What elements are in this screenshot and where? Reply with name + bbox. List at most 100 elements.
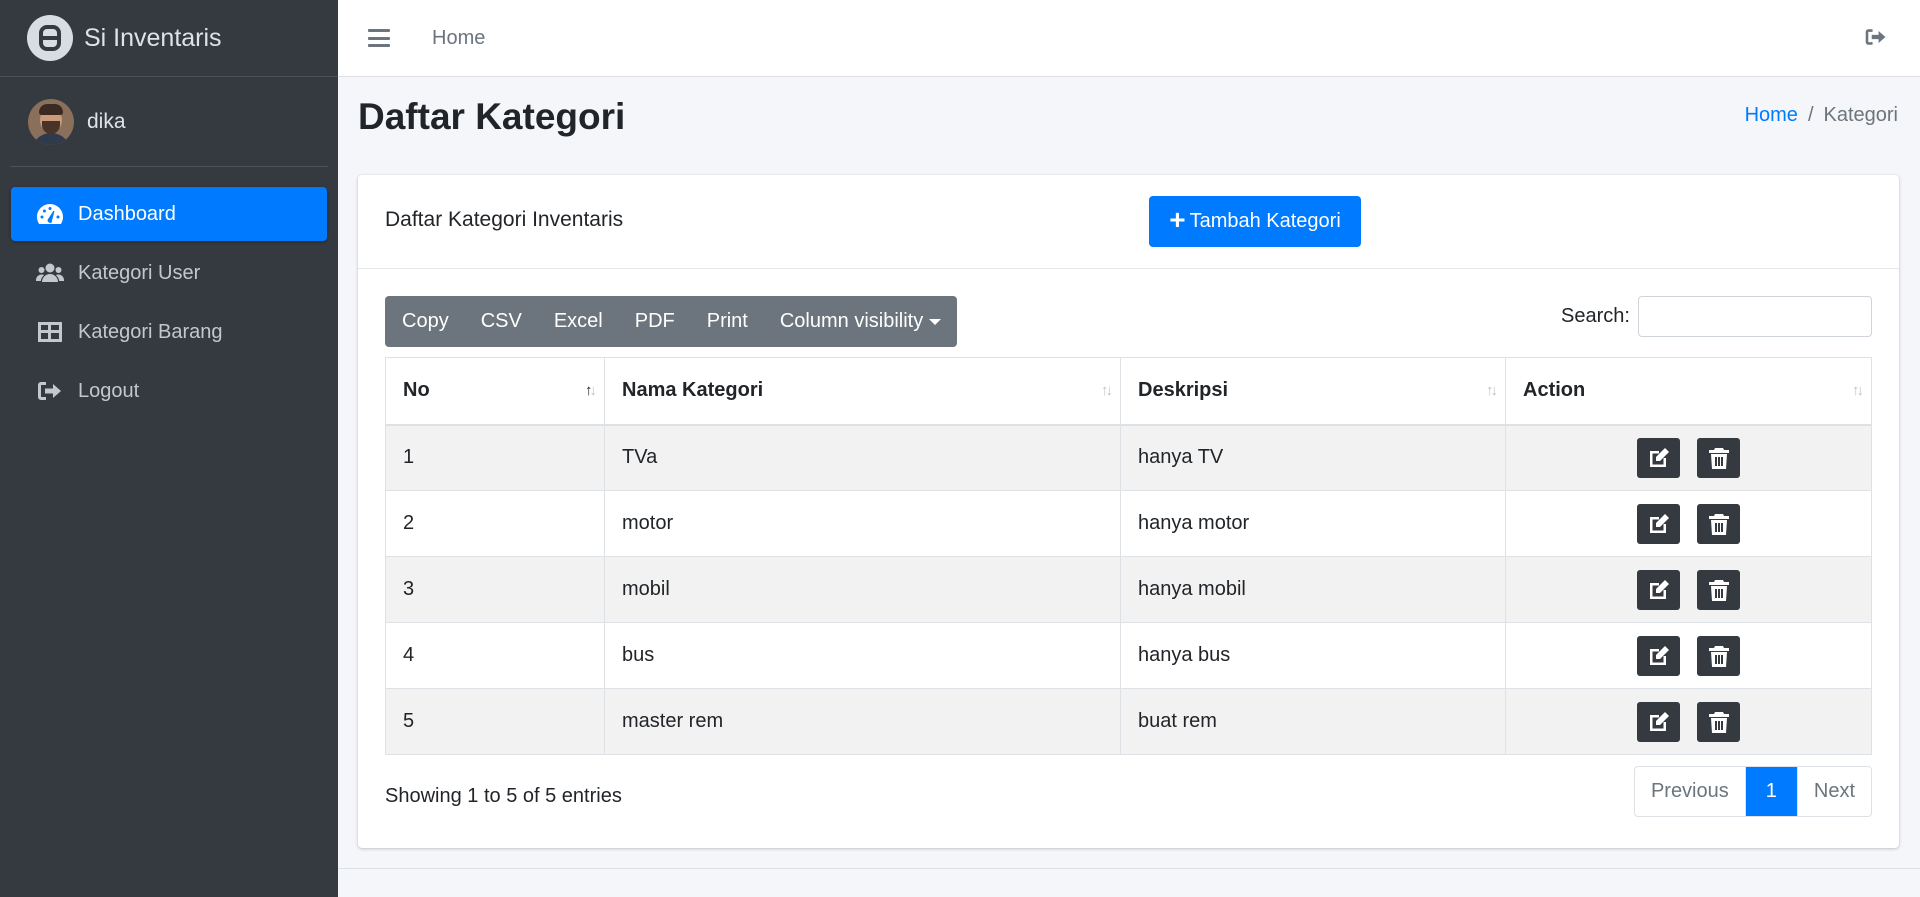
cell-nama: TVa (604, 424, 1121, 491)
delete-button[interactable] (1697, 437, 1741, 478)
sidebar-item-label: Logout (78, 379, 140, 402)
cell-nama: mobil (604, 556, 1121, 623)
delete-button[interactable] (1697, 635, 1741, 676)
sort-asc-icon: ↑↓ (585, 382, 597, 399)
search-label: Search: (1561, 305, 1630, 327)
breadcrumb-separator: / (1807, 104, 1814, 126)
caret-down-icon (929, 318, 942, 325)
cell-deskripsi: buat rem (1120, 688, 1506, 755)
delete-button[interactable] (1697, 569, 1741, 610)
edit-icon (1649, 447, 1669, 467)
card-title: Daftar Kategori Inventaris (385, 208, 624, 231)
breadcrumb-home[interactable]: Home (1745, 104, 1798, 127)
cell-no: 2 (385, 490, 605, 557)
edit-button[interactable] (1636, 635, 1680, 676)
sort-icon: ↑↓ (1101, 382, 1113, 399)
pdf-button[interactable]: PDF (619, 296, 691, 347)
sidebar-item-kategori-barang[interactable]: Kategori Barang (11, 305, 327, 359)
cell-no: 4 (385, 622, 605, 689)
export-button-group: Copy CSV Excel PDF Print Column visibili… (385, 296, 958, 347)
top-home-link[interactable]: Home (432, 27, 485, 50)
edit-button[interactable] (1636, 701, 1680, 742)
print-button[interactable]: Print (691, 296, 764, 347)
delete-button[interactable] (1697, 701, 1741, 742)
tachometer-icon (37, 204, 63, 224)
excel-button[interactable]: Excel (538, 296, 619, 347)
breadcrumb-current: Kategori (1823, 104, 1899, 126)
sign-out-icon[interactable] (1864, 26, 1888, 48)
trash-icon (1709, 447, 1730, 469)
column-header-action[interactable]: Action ↑↓ (1505, 357, 1872, 426)
column-header-label: Action (1523, 379, 1586, 402)
edit-icon (1649, 513, 1669, 533)
cell-action (1505, 424, 1872, 491)
column-header-nama-kategori[interactable]: Nama Kategori ↑↓ (604, 357, 1121, 426)
cell-deskripsi: hanya mobil (1120, 556, 1506, 623)
search-input[interactable] (1638, 296, 1872, 337)
brand-name: Si Inventaris (84, 23, 222, 52)
footer-divider (338, 868, 1920, 869)
edit-button[interactable] (1636, 437, 1680, 478)
user-panel[interactable]: dika (10, 77, 328, 167)
cell-action (1505, 688, 1872, 755)
sidebar-item-dashboard[interactable]: Dashboard (11, 187, 327, 241)
sort-icon: ↑↓ (1852, 382, 1864, 399)
csv-button[interactable]: CSV (465, 296, 538, 347)
card-header: Daftar Kategori Inventaris + Tambah Kate… (358, 175, 1899, 269)
avatar (28, 98, 74, 145)
breadcrumb: Home / Kategori (1745, 104, 1898, 127)
sidebar-item-logout[interactable]: Logout (11, 364, 327, 418)
table-row: 2 motor hanya motor (385, 490, 1872, 557)
add-category-button[interactable]: + Tambah Kategori (1149, 196, 1361, 247)
edit-icon (1649, 645, 1669, 665)
table-row: 1 TVa hanya TV (385, 424, 1872, 491)
sidebar-item-kategori-user[interactable]: Kategori User (11, 246, 327, 300)
sidebar-item-label: Kategori Barang (78, 320, 223, 343)
plus-icon: + (1169, 204, 1186, 235)
pagination: Previous 1 Next (1633, 766, 1872, 817)
column-visibility-button[interactable]: Column visibility (764, 296, 957, 347)
app-logo-icon (27, 15, 73, 61)
cell-action (1505, 622, 1872, 689)
next-page-button[interactable]: Next (1796, 767, 1871, 816)
sidebar-item-label: Dashboard (78, 202, 176, 225)
cell-no: 5 (385, 688, 605, 755)
user-name[interactable]: dika (87, 110, 126, 134)
column-header-label: No (403, 379, 430, 402)
trash-icon (1709, 711, 1730, 733)
column-header-no[interactable]: No ↑↓ (385, 357, 605, 426)
column-header-deskripsi[interactable]: Deskripsi ↑↓ (1120, 357, 1506, 426)
edit-icon (1649, 711, 1669, 731)
cell-nama: bus (604, 622, 1121, 689)
sort-icon: ↑↓ (1486, 382, 1498, 399)
table-row: 5 master rem buat rem (385, 688, 1872, 755)
copy-button[interactable]: Copy (385, 296, 465, 347)
cell-action (1505, 490, 1872, 557)
column-header-label: Deskripsi (1138, 379, 1229, 402)
brand-link[interactable]: Si Inventaris (0, 0, 338, 77)
trash-icon (1709, 513, 1730, 535)
table-icon (38, 322, 62, 342)
previous-page-button[interactable]: Previous (1635, 767, 1745, 816)
sidebar-item-label: Kategori User (78, 261, 201, 284)
page-title: Daftar Kategori (358, 96, 626, 137)
sign-out-icon (38, 382, 61, 400)
cell-nama: master rem (604, 688, 1121, 755)
cell-nama: motor (604, 490, 1121, 557)
cell-action (1505, 556, 1872, 623)
edit-button[interactable] (1636, 503, 1680, 544)
add-category-label: Tambah Kategori (1189, 210, 1341, 232)
kategori-card: Daftar Kategori Inventaris + Tambah Kate… (358, 175, 1899, 848)
page-1-button[interactable]: 1 (1744, 767, 1797, 816)
edit-icon (1649, 579, 1669, 599)
sidebar-nav: Dashboard Kategori User Kategori Barang … (0, 187, 338, 418)
table-info: Showing 1 to 5 of 5 entries (385, 785, 622, 807)
delete-button[interactable] (1697, 503, 1741, 544)
cell-no: 3 (385, 556, 605, 623)
edit-button[interactable] (1636, 569, 1680, 610)
cell-deskripsi: hanya bus (1120, 622, 1506, 689)
menu-toggle-icon[interactable] (368, 29, 390, 47)
sidebar: Si Inventaris dika Dashboard Kategori Us… (0, 0, 338, 897)
cell-deskripsi: hanya TV (1120, 424, 1506, 491)
cell-no: 1 (385, 424, 605, 491)
